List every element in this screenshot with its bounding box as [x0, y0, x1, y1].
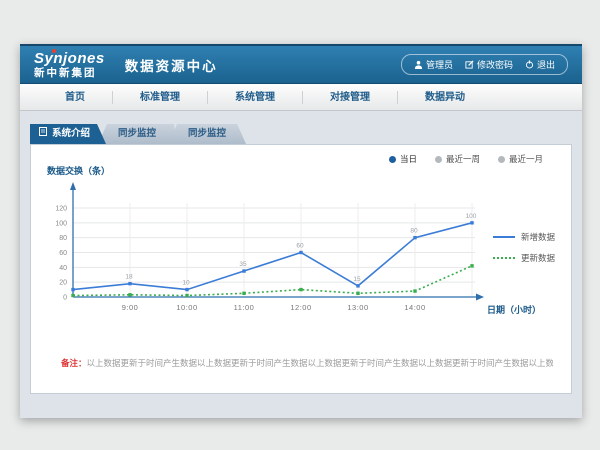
change-password-button[interactable]: 修改密码 — [465, 58, 513, 71]
x-tick-label: 12:00 — [290, 303, 311, 312]
chart-legend: 新增数据 更新数据 — [493, 231, 555, 273]
nav-item-docking-mgmt[interactable]: 对接管理 — [303, 91, 398, 104]
y-tick-label: 40 — [59, 265, 67, 272]
legend-label: 更新数据 — [521, 252, 555, 264]
series-marker — [128, 282, 131, 285]
current-user-label: 管理员 — [426, 58, 453, 71]
y-axis-title: 数据交换（条） — [47, 165, 110, 176]
company-logo: Synjones 新中新集团 — [34, 51, 105, 79]
x-tick-label: 13:00 — [347, 303, 368, 312]
series-marker — [71, 288, 74, 291]
series-marker — [299, 251, 302, 254]
logo-wordmark: Synjones — [34, 51, 105, 66]
point-value-label: 100 — [466, 213, 477, 220]
logout-label: 退出 — [537, 58, 555, 71]
footnote: 备注：以上数据更新于时间产生数据以上数据更新于时间产生数据以上数据更新于时间产生… — [61, 357, 553, 369]
y-tick-label: 60 — [59, 250, 67, 257]
series-marker — [242, 292, 245, 295]
nav-item-home[interactable]: 首页 — [38, 91, 113, 104]
y-axis-arrow-icon — [70, 182, 76, 190]
current-user-button[interactable]: 管理员 — [414, 58, 453, 71]
solid-line-sample-icon — [493, 236, 515, 238]
line-chart: 0 20 40 60 80 100 120 9:00 10:00 11:00 12:00 13:00 1… — [39, 161, 569, 325]
page-title: 数据资源中心 — [125, 55, 218, 75]
content-area: 系统介绍 同步监控 同步监控 当日 最近一周 — [20, 111, 582, 415]
series-marker — [470, 264, 473, 267]
change-password-label: 修改密码 — [477, 58, 513, 71]
app-window: Synjones 新中新集团 数据资源中心 管理员 修改密码 — [20, 44, 582, 418]
tab-bar: 系统介绍 同步监控 同步监控 — [20, 111, 582, 144]
x-tick-label: 14:00 — [404, 303, 425, 312]
point-value-label: 60 — [296, 243, 304, 250]
x-tick-label: 9:00 — [122, 303, 139, 312]
series-marker — [242, 269, 245, 272]
series-marker — [356, 284, 359, 287]
x-axis-arrow-icon — [476, 294, 484, 301]
series-marker — [470, 221, 473, 224]
document-icon — [39, 124, 47, 144]
y-tick-label: 100 — [55, 220, 67, 227]
nav-item-standard-mgmt[interactable]: 标准管理 — [113, 91, 208, 104]
tab-sync-monitor-1[interactable]: 同步监控 — [98, 124, 176, 144]
power-icon — [525, 60, 534, 69]
legend-label: 新增数据 — [521, 231, 555, 243]
user-toolbar: 管理员 修改密码 退出 — [401, 54, 568, 75]
tab-sync-monitor-2[interactable]: 同步监控 — [168, 124, 246, 144]
nav-item-system-mgmt[interactable]: 系统管理 — [208, 91, 303, 104]
point-value-label: 15 — [353, 276, 361, 283]
logout-button[interactable]: 退出 — [525, 58, 555, 71]
chart-panel: 当日 最近一周 最近一月 0204060801001209:0010:0011:… — [30, 144, 572, 394]
tab-label: 系统介绍 — [52, 124, 90, 144]
y-tick-label: 0 — [63, 295, 67, 302]
dotted-line-sample-icon — [493, 257, 515, 259]
footnote-prefix: 备注： — [61, 358, 87, 368]
tab-label: 同步监控 — [188, 128, 226, 139]
series-marker — [413, 236, 416, 239]
nav-item-data-change[interactable]: 数据异动 — [398, 91, 492, 104]
user-icon — [414, 60, 423, 69]
series-marker — [185, 288, 188, 291]
point-value-label: 35 — [239, 261, 247, 268]
series-marker — [299, 288, 302, 291]
tab-label: 同步监控 — [118, 128, 156, 139]
series-marker — [185, 294, 188, 297]
point-value-label: 80 — [410, 228, 418, 235]
legend-item-new-data: 新增数据 — [493, 231, 555, 243]
series-line-1 — [73, 266, 472, 296]
y-tick-label: 20 — [59, 280, 67, 287]
point-value-label: 18 — [125, 274, 133, 281]
legend-item-update-data: 更新数据 — [493, 252, 555, 264]
logo-company-name: 新中新集团 — [34, 68, 105, 79]
main-nav: 首页 标准管理 系统管理 对接管理 数据异动 — [20, 84, 582, 111]
tab-system-intro[interactable]: 系统介绍 — [30, 124, 106, 144]
y-tick-label: 120 — [55, 206, 67, 213]
series-marker — [413, 289, 416, 292]
series-marker — [71, 294, 74, 297]
x-tick-label: 10:00 — [176, 303, 197, 312]
app-header: Synjones 新中新集团 数据资源中心 管理员 修改密码 — [20, 44, 582, 84]
series-marker — [128, 293, 131, 296]
x-tick-label: 11:00 — [234, 303, 255, 312]
x-axis-title: 日期（小时） — [487, 304, 541, 315]
footnote-text: 以上数据更新于时间产生数据以上数据更新于时间产生数据以上数据更新于时间产生数据以… — [87, 358, 553, 368]
y-tick-label: 80 — [59, 235, 67, 242]
edit-icon — [465, 60, 474, 69]
series-marker — [356, 292, 359, 295]
point-value-label: 10 — [182, 280, 190, 287]
